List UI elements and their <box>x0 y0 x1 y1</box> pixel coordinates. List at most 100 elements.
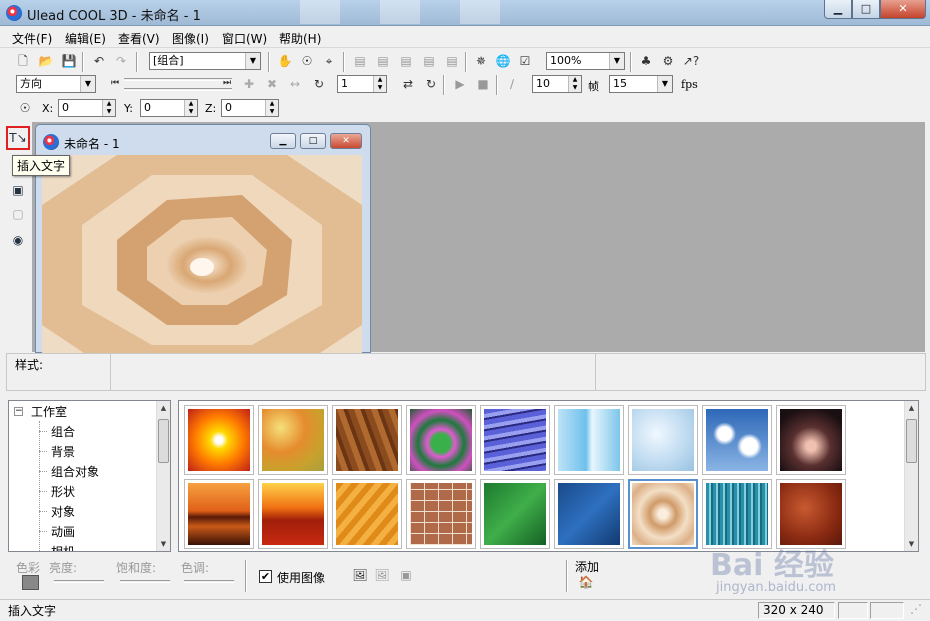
position-tool-icon[interactable]: ☉ <box>16 99 34 117</box>
edit-object-icon[interactable]: ▢ <box>8 204 28 224</box>
thumbnail-frost-light[interactable] <box>628 405 698 475</box>
doc-maximize-button[interactable]: □ <box>300 133 326 149</box>
insert-text-icon[interactable]: T↘ <box>6 126 30 150</box>
remove-keyframe-icon[interactable]: ✖ <box>263 75 281 93</box>
thumbnail-marble-yellow[interactable] <box>258 405 328 475</box>
brightness-slider[interactable] <box>54 580 104 583</box>
tree-item[interactable]: 相机 <box>51 543 75 551</box>
color-swatch[interactable] <box>22 575 39 590</box>
thumbnail-spiral-tan[interactable] <box>628 479 698 549</box>
direction-combo[interactable]: 方向 ▼ <box>16 75 96 93</box>
spinner-arrows-icon[interactable]: ▲ ▼ <box>265 100 278 116</box>
close-button[interactable]: ✕ <box>880 0 926 19</box>
thumbnail-green-fabric[interactable] <box>480 479 550 549</box>
effects-icon[interactable]: ⚙ <box>659 52 677 70</box>
check-icon[interactable]: ☑ <box>516 52 534 70</box>
spinner-arrows-icon[interactable]: ▲ ▼ <box>102 100 115 116</box>
insert-geometry-icon[interactable]: ▣ <box>8 180 28 200</box>
spinner-arrows-icon[interactable]: ▲ ▼ <box>184 100 197 116</box>
align-left-icon[interactable]: ▤ <box>351 52 369 70</box>
thumbnail-clouds-blue[interactable] <box>702 405 772 475</box>
align-center-icon[interactable]: ▤ <box>374 52 392 70</box>
spinner-arrows-icon[interactable]: ▲ ▼ <box>373 76 386 92</box>
new-file-icon[interactable]: 🗋 <box>14 52 32 70</box>
thumbnail-water-cyan[interactable] <box>702 479 772 549</box>
doc-close-button[interactable]: ✕ <box>330 133 362 149</box>
undo-icon[interactable]: ↶ <box>90 52 108 70</box>
tree-item[interactable]: 形状 <box>51 483 75 500</box>
chevron-down-icon[interactable]: ▼ <box>245 53 260 69</box>
maximize-button[interactable]: □ <box>852 0 880 19</box>
align-right-icon[interactable]: ▤ <box>397 52 415 70</box>
app-icon[interactable] <box>6 5 22 21</box>
thumbnail-sunburst[interactable] <box>184 405 254 475</box>
image-options-icon[interactable]: ▣ <box>397 566 415 584</box>
speed-spinner[interactable]: 10 ▲ ▼ <box>532 75 582 93</box>
minimize-button[interactable]: ▁ <box>824 0 852 19</box>
hue-slider[interactable] <box>184 580 234 583</box>
render-canvas[interactable] <box>42 155 362 353</box>
scroll-down-icon[interactable]: ▼ <box>905 537 918 551</box>
reverse-icon[interactable]: ↔ <box>286 75 304 93</box>
thumbnail-swirl-green[interactable] <box>406 405 476 475</box>
timeline-slider[interactable] <box>124 78 232 81</box>
tree-root[interactable]: 工作室 <box>31 403 67 420</box>
tree-item[interactable]: 组合 <box>51 423 75 440</box>
doc-minimize-button[interactable]: ▁ <box>270 133 296 149</box>
swap-icon[interactable]: ⇄ <box>399 75 417 93</box>
tree-scrollbar[interactable]: ▲ ▼ <box>156 401 170 551</box>
first-frame-icon[interactable]: ⏮ <box>106 74 124 92</box>
scroll-thumb[interactable] <box>158 419 169 463</box>
tree-item[interactable]: 背景 <box>51 443 75 460</box>
open-folder-icon[interactable]: 📂 <box>37 52 55 70</box>
easy-palette-tree[interactable]: − 工作室 组合 背景 组合对象 形状 对象 动画 相机 ▲ ▼ <box>8 400 171 552</box>
hand-move-icon[interactable]: ✋ <box>276 52 294 70</box>
chevron-down-icon[interactable]: ▼ <box>80 76 95 92</box>
thumbnail-red-rock[interactable] <box>776 479 846 549</box>
chevron-down-icon[interactable]: ▼ <box>657 76 672 92</box>
x-spinner[interactable]: 0 ▲ ▼ <box>58 99 116 117</box>
last-frame-icon[interactable]: ⏭ <box>218 74 236 92</box>
light-icon[interactable]: ✵ <box>472 52 490 70</box>
tree-item[interactable]: 对象 <box>51 503 75 520</box>
scroll-up-icon[interactable]: ▲ <box>157 401 170 415</box>
menu-file[interactable]: 文件(F) <box>12 30 52 47</box>
align-bottom-icon[interactable]: ▤ <box>443 52 461 70</box>
load-image-icon[interactable]: 🖼 <box>351 566 369 584</box>
thumbnail-ice-blue[interactable] <box>554 405 624 475</box>
thumbnail-brick-wall[interactable] <box>406 479 476 549</box>
stop-icon[interactable]: ■ <box>474 75 492 93</box>
thumbnail-sunset-sea[interactable] <box>184 479 254 549</box>
object-combo[interactable]: [组合] ▼ <box>149 52 261 70</box>
z-spinner[interactable]: 0 ▲ ▼ <box>221 99 279 117</box>
add-to-gallery-icon[interactable]: 🏠 <box>577 573 595 591</box>
menu-edit[interactable]: 编辑(E) <box>65 30 106 47</box>
gallery-scrollbar[interactable]: ▲ ▼ <box>904 401 918 551</box>
insert-graphic-icon[interactable]: ◉ <box>8 230 28 250</box>
thumbnail-wood-grain[interactable] <box>332 405 402 475</box>
scroll-up-icon[interactable]: ▲ <box>905 401 918 415</box>
resize-grip-icon[interactable]: ⋰ <box>910 602 922 616</box>
tree-item[interactable]: 动画 <box>51 523 75 540</box>
ease-icon[interactable]: ∕ <box>503 75 521 93</box>
use-image-checkbox[interactable]: ✔ <box>259 570 272 583</box>
align-top-icon[interactable]: ▤ <box>420 52 438 70</box>
fps-combo[interactable]: 15 ▼ <box>609 75 673 93</box>
thumbnail-dark-clouds[interactable] <box>776 405 846 475</box>
scroll-thumb[interactable] <box>906 419 917 463</box>
loop-icon[interactable]: ↻ <box>310 75 328 93</box>
rotate-tool-icon[interactable]: ☉ <box>298 52 316 70</box>
timeline-slider-lower[interactable] <box>124 88 232 91</box>
chevron-down-icon[interactable]: ▼ <box>609 53 624 69</box>
menu-image[interactable]: 图像(I) <box>172 30 209 47</box>
refresh-icon[interactable]: ↻ <box>422 75 440 93</box>
spinner-arrows-icon[interactable]: ▲ ▼ <box>568 76 581 92</box>
zoom-combo[interactable]: 100% ▼ <box>546 52 625 70</box>
thumbnail-blue-stone[interactable] <box>554 479 624 549</box>
thumbnail-sand-orange[interactable] <box>332 479 402 549</box>
play-icon[interactable]: ▶ <box>451 75 469 93</box>
collapse-icon[interactable]: − <box>14 407 23 416</box>
redo-icon[interactable]: ↷ <box>112 52 130 70</box>
scroll-down-icon[interactable]: ▼ <box>157 537 170 551</box>
tree-item[interactable]: 组合对象 <box>51 463 99 480</box>
